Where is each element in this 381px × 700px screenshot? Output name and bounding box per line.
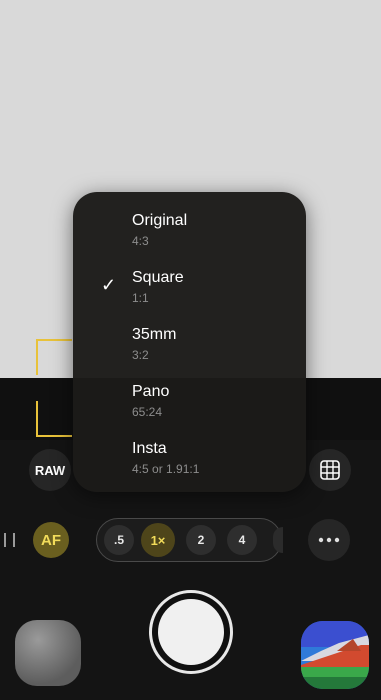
checkmark-icon: ✓ [101,275,117,295]
zoom-option-4[interactable]: 4 [227,525,257,555]
zoom-option-label: .5 [113,533,124,547]
zoom-selector[interactable]: .5 1× 2 4 [96,518,283,562]
raw-button[interactable]: RAW [29,449,71,491]
format-option-label: Original [132,212,188,229]
af-button[interactable]: AF [33,522,69,558]
ellipsis-icon [318,537,340,543]
more-options-button[interactable] [308,519,350,561]
format-option-original[interactable]: Original 4:3 [73,208,306,265]
grid-button[interactable] [309,449,351,491]
format-option-pano[interactable]: Pano 65:24 [73,379,306,436]
photo-thumbnail[interactable] [15,620,81,686]
zoom-option-label: 2 [197,533,205,547]
zoom-option-label: 1× [150,532,166,548]
format-option-square[interactable]: ✓ Square 1:1 [73,265,306,322]
format-option-label: 35mm [132,326,177,343]
format-option-insta[interactable]: Insta 4:5 or 1.91:1 [73,436,306,493]
format-option-ratio: 1:1 [132,291,149,305]
tick-mark [13,533,15,547]
exposure-ticks[interactable] [4,533,20,547]
format-option-label: Insta [132,440,167,457]
format-option-ratio: 65:24 [132,405,163,419]
raw-label: RAW [34,462,66,478]
format-option-label: Square [132,269,184,286]
format-option-ratio: 3:2 [132,348,149,362]
grid-icon [320,460,340,480]
zoom-option-2[interactable]: 2 [186,525,216,555]
zoom-option-label: 4 [238,533,246,547]
zoom-option-1x[interactable]: 1× [141,523,175,557]
format-option-35mm[interactable]: 35mm 3:2 [73,322,306,379]
format-option-label: Pano [132,383,170,400]
format-menu: Original 4:3 ✓ Square 1:1 35mm 3:2 Pano … [73,192,306,492]
focus-bracket-bottom [36,401,72,437]
format-option-ratio: 4:5 or 1.91:1 [132,462,200,476]
app-icon[interactable] [301,621,369,689]
af-label: AF [41,531,61,549]
zoom-overflow-indicator [273,527,283,553]
zoom-option-0.5[interactable]: .5 [104,525,134,555]
focus-bracket-top [36,339,72,375]
tick-mark [4,533,6,547]
format-option-ratio: 4:3 [132,234,149,248]
landscape-icon [301,621,369,689]
shutter-button[interactable] [149,590,233,674]
shutter-inner [158,599,224,665]
